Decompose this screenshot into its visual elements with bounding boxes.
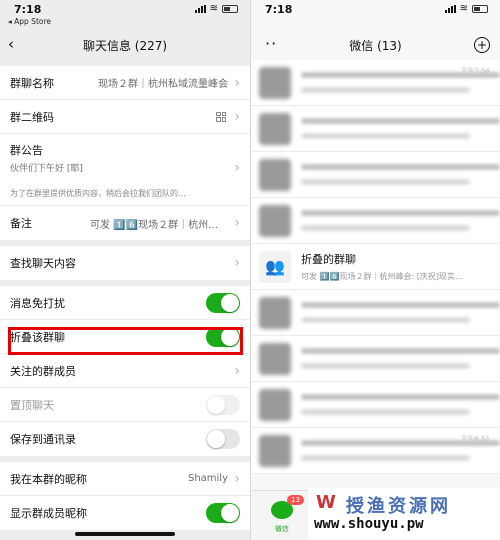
save-to-contacts-row: 保存到通讯录 bbox=[0, 422, 250, 456]
chat-item[interactable]: 下午6:51 bbox=[251, 428, 500, 474]
save-to-contacts-toggle[interactable] bbox=[206, 429, 240, 449]
chat-info-screen: 7:18 ◂ App Store ≋ ‹ 聊天信息 (227) 群聊名称 现场２… bbox=[0, 0, 250, 540]
followed-members-label: 关注的群成员 bbox=[10, 364, 76, 378]
show-nicknames-toggle[interactable] bbox=[206, 503, 240, 523]
fold-chat-label: 折叠该群聊 bbox=[10, 330, 65, 344]
announcement-text: 伙伴们下午好 [耶] bbox=[10, 164, 83, 174]
fold-chat-row: 折叠该群聊 bbox=[0, 320, 250, 354]
sticky-chat-label: 置顶聊天 bbox=[10, 398, 54, 412]
search-chat-history-label: 查找聊天内容 bbox=[10, 257, 76, 270]
chevron-right-icon: › bbox=[234, 108, 240, 125]
group-info-section: 群聊名称 现场２群｜杭州私域流量峰会 › 群二维码 › 群公告 伙伴们下午好 [… bbox=[0, 66, 250, 240]
back-icon[interactable]: ‹ bbox=[8, 36, 14, 52]
sticky-chat-row: 置顶聊天 bbox=[0, 388, 250, 422]
folded-group-chats-item[interactable]: 👥 折叠的群聊 可发 1️⃣6️⃣现场２群｜杭州峰会: [庆祝]现实... bbox=[251, 244, 500, 290]
watermark-url: www.shouyu.pw bbox=[314, 516, 424, 532]
avatar bbox=[259, 112, 291, 145]
chat-list-screen: 7:18 ≋ ·· 微信 (13) + 下午7:54 👥 折叠的群聊 可发 1️… bbox=[250, 0, 500, 540]
signal-icon bbox=[444, 5, 456, 13]
watermark: W 授渔资源网 www.shouyu.pw bbox=[308, 488, 500, 540]
chat-item[interactable] bbox=[251, 198, 500, 244]
group-qr-row[interactable]: 群二维码 › bbox=[0, 100, 250, 134]
remark-label: 备注 bbox=[10, 217, 32, 230]
mute-toggle[interactable] bbox=[206, 292, 240, 313]
remark-row[interactable]: 备注 可发 1️⃣6️⃣现场２群｜杭州峰会 › bbox=[0, 206, 250, 240]
chevron-right-icon: › bbox=[234, 160, 240, 176]
watermark-logo-icon: W bbox=[316, 492, 336, 513]
search-section: 查找聊天内容 › bbox=[0, 246, 250, 280]
group-name-row[interactable]: 群聊名称 现场２群｜杭州私域流量峰会 › bbox=[0, 66, 250, 100]
wifi-icon: ≋ bbox=[459, 3, 468, 14]
folded-chats-preview: 可发 1️⃣6️⃣现场２群｜杭州峰会: [庆祝]现实... bbox=[301, 272, 463, 281]
nav-bar: ·· 微信 (13) + bbox=[251, 30, 500, 60]
show-nicknames-row: 显示群成员昵称 bbox=[0, 496, 250, 530]
chat-item[interactable]: 下午7:54 bbox=[251, 60, 500, 106]
announcement-row[interactable]: 群公告 伙伴们下午好 [耶] 为了在群里提供优质内容，稍后会拉我们团队的... … bbox=[0, 134, 250, 206]
page-title: 聊天信息 (227) bbox=[82, 38, 168, 53]
status-bar: 7:18 ◂ App Store ≋ bbox=[0, 0, 250, 30]
folded-groups-icon: 👥 bbox=[259, 250, 291, 283]
back-to-app-store[interactable]: ◂ App Store bbox=[8, 17, 51, 26]
wifi-icon: ≋ bbox=[209, 3, 218, 14]
avatar bbox=[259, 388, 291, 421]
fold-chat-toggle[interactable] bbox=[206, 326, 240, 347]
mute-label: 消息免打扰 bbox=[10, 296, 65, 310]
chat-item[interactable] bbox=[251, 336, 500, 382]
followed-members-row[interactable]: 关注的群成员 › bbox=[0, 354, 250, 388]
chat-time: 下午6:51 bbox=[460, 435, 490, 443]
mute-row: 消息免打扰 bbox=[0, 286, 250, 320]
page-title: 微信 (13) bbox=[349, 38, 402, 53]
status-time: 7:18 bbox=[265, 3, 293, 16]
my-nickname-value: Shamily bbox=[187, 473, 228, 484]
chevron-right-icon: › bbox=[234, 362, 240, 379]
announcement-label: 群公告 bbox=[10, 144, 43, 157]
chat-item[interactable] bbox=[251, 290, 500, 336]
chevron-right-icon: › bbox=[234, 215, 240, 231]
tab-chats-label: 微信 bbox=[275, 525, 289, 533]
my-nickname-row[interactable]: 我在本群的昵称 Shamily › bbox=[0, 462, 250, 496]
sticky-chat-toggle[interactable] bbox=[206, 394, 240, 415]
folded-chats-name: 折叠的群聊 bbox=[301, 253, 356, 266]
nav-bar: ‹ 聊天信息 (227) bbox=[0, 30, 250, 60]
my-nickname-label: 我在本群的昵称 bbox=[10, 472, 87, 486]
chevron-right-icon: › bbox=[234, 74, 240, 91]
save-to-contacts-label: 保存到通讯录 bbox=[10, 433, 76, 446]
group-name-label: 群聊名称 bbox=[10, 76, 54, 90]
avatar bbox=[259, 434, 291, 467]
add-icon[interactable]: + bbox=[474, 37, 490, 53]
chevron-right-icon: › bbox=[234, 255, 240, 271]
avatar bbox=[259, 296, 291, 329]
avatar bbox=[259, 158, 291, 191]
settings-section: 消息免打扰 折叠该群聊 关注的群成员 › 置顶聊天 保存到通讯录 bbox=[0, 286, 250, 456]
remark-value: 可发 1️⃣6️⃣现场２群｜杭州峰会 bbox=[90, 219, 229, 231]
show-nicknames-label: 显示群成员昵称 bbox=[10, 507, 87, 520]
avatar bbox=[259, 204, 291, 237]
nickname-section: 我在本群的昵称 Shamily › 显示群成员昵称 bbox=[0, 462, 250, 530]
group-qr-label: 群二维码 bbox=[10, 110, 54, 124]
avatar bbox=[259, 342, 291, 375]
search-chat-history-row[interactable]: 查找聊天内容 › bbox=[0, 246, 250, 280]
battery-icon bbox=[222, 5, 238, 13]
announcement-description: 为了在群里提供优质内容，稍后会拉我们团队的... bbox=[10, 189, 186, 198]
watermark-text: 授渔资源网 bbox=[346, 496, 451, 517]
chat-item[interactable] bbox=[251, 152, 500, 198]
group-name-value: 现场２群｜杭州私域流量峰会 bbox=[98, 79, 228, 90]
tab-chats[interactable]: 13 bbox=[271, 495, 304, 523]
status-bar: 7:18 ≋ bbox=[251, 0, 500, 30]
chevron-right-icon: › bbox=[234, 470, 240, 487]
chat-list: 下午7:54 👥 折叠的群聊 可发 1️⃣6️⃣现场２群｜杭州峰会: [庆祝]现… bbox=[251, 60, 500, 474]
more-dots-icon[interactable]: ·· bbox=[265, 34, 277, 53]
home-indicator bbox=[75, 532, 175, 536]
unread-badge: 13 bbox=[287, 495, 304, 505]
chat-item[interactable] bbox=[251, 106, 500, 152]
chat-item[interactable] bbox=[251, 382, 500, 428]
status-time: 7:18 bbox=[14, 3, 42, 16]
qr-code-icon bbox=[216, 111, 226, 122]
chat-time: 下午7:54 bbox=[460, 67, 490, 75]
signal-icon bbox=[194, 5, 206, 13]
battery-icon bbox=[472, 5, 488, 13]
avatar bbox=[259, 66, 291, 99]
